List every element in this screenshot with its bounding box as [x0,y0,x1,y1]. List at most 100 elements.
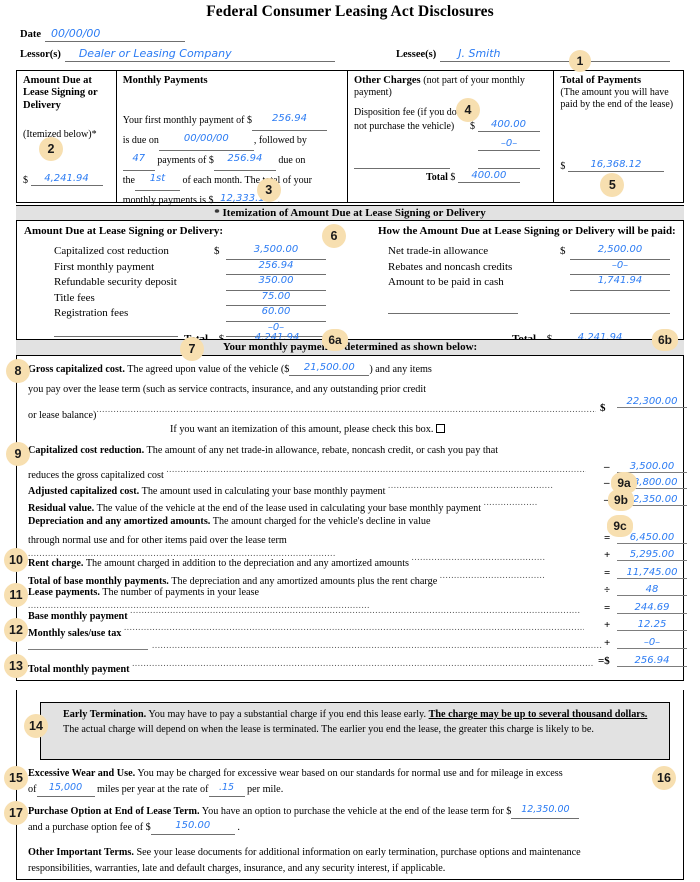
gross-cap-cost-amount: 22,300.00 [626,396,678,407]
amount-due-note: (Itemized below)* [23,129,97,141]
callout-13: 13 [4,654,28,678]
other-charges-total-input[interactable]: 400.00 [457,168,520,183]
ritem-value-2: 1,741.94 [597,275,643,286]
total-base-monthly-amount-input[interactable]: 11,745.00 [617,565,687,579]
mileage-input[interactable]: 15,000 [36,782,95,797]
vehicle-value-input[interactable]: 21,500.00 [289,361,370,376]
ritem-blank-value-input[interactable] [570,299,670,314]
rate-per-mile-input[interactable]: .15 [208,782,245,797]
ritem-row-3 [388,299,678,314]
cap-cost-reduction-amount-input[interactable]: 3,500.00 [617,459,687,473]
amount-due-input[interactable]: 4,241.94 [30,171,103,186]
day-of-month-input[interactable]: 1st [134,173,180,192]
total-payments-input[interactable]: 16,368.12 [567,157,664,172]
ritem-label-2: Amount to be paid in cash [388,276,504,288]
purchase-fee-value: 150.00 [175,820,211,831]
callout-12: 12 [4,618,28,642]
item-label-3: Title fees [54,291,95,304]
lessor-field-row: Lessor(s) Dealer or Leasing Company [20,44,335,62]
gross-cap-cost-label: Gross capitalized cost. [28,364,125,375]
item-blank-label-input-5[interactable] [54,322,178,337]
itemization-right-rows: Net trade-in allowance $2,500.00 Rebates … [388,244,678,314]
residual-value-line: Residual value. The value of the vehicle… [28,497,538,514]
date-input[interactable]: 00/00/00 [45,27,185,42]
item-dollar-0: $ [214,245,220,257]
cap-cost-reduction-label: Capitalized cost reduction. [28,445,145,456]
itemization-checkbox-text: If you want an itemization of this amoun… [170,424,434,435]
lessor-value: Dealer or Leasing Company [78,47,232,60]
gross-cap-cost-amount-input[interactable]: 22,300.00 [617,394,687,408]
op-blank-row: + [604,637,611,649]
early-termination-text-a: You may have to pay a substantial charge… [148,709,427,720]
mp-text-4: payments of $ [157,155,214,167]
total-monthly-payment-amount-input[interactable]: 256.94 [617,653,687,667]
gross-cap-cost-text-c: or lease balance) [28,410,97,421]
excessive-wear-text2a: of [28,784,37,795]
blank-calc-label-input[interactable] [28,638,148,650]
amount-due-heading: Amount Due at Lease Signing or Delivery [23,75,98,111]
blank-calc-dots: ........................................… [152,640,602,650]
ritem-blank-label-input[interactable] [388,299,518,314]
item-value-4: 60.00 [261,306,291,317]
lease-payments-amount: 48 [645,584,659,595]
monthly-payments-body: Your first monthly payment of $ 256.94 is… [122,111,341,212]
callout-15: 15 [4,766,28,790]
gross-cap-cost-line2: you pay over the lease term (such as ser… [28,384,427,395]
gross-cap-cost-line1: Gross capitalized cost. The agreed upon … [28,361,628,376]
total-payments-dollar: $ [560,161,566,172]
date-field-row: Date 00/00/00 [20,24,185,42]
ritem-label-0: Net trade-in allowance [388,245,489,257]
base-monthly-payment-amount-input[interactable]: 244.69 [617,600,687,614]
total-payments-value-row: $ 16,368.12 [560,157,664,172]
monthly-payments-heading: Monthly Payments [122,75,208,86]
op-total-monthly-payment: =$ [598,655,610,667]
op-lease-payments: ÷ [604,584,611,596]
lessee-value: J. Smith [458,47,501,60]
item-value-2: 350.00 [258,275,294,286]
other-charge-blank-label-input[interactable] [354,154,451,169]
other-charge-second-value: –0– [500,138,518,149]
lessee-input[interactable]: J. Smith [440,47,671,62]
day-of-month-value: 1st [149,173,166,185]
callout-9c: 9c [607,515,633,537]
other-terms-line2: responsibilities, warranties, late and d… [28,863,446,874]
base-monthly-payment-amount: 244.69 [634,602,670,613]
rent-charge-line: Rent charge. The amount charged in addit… [28,552,546,569]
itemization-checkbox[interactable] [435,424,445,433]
purchase-price-value: 12,350.00 [521,804,570,815]
payment-amount-input[interactable]: 256.94 [213,153,276,172]
itemization-left-rows: Capitalized cost reduction $3,500.00 Firs… [54,244,344,337]
purchase-price-input[interactable]: 12,350.00 [511,804,580,819]
item-value-0: 3,500.00 [253,244,299,255]
callout-6a: 6a [322,329,348,351]
total-payments-value: 16,368.12 [590,159,642,170]
box-monthly-payments: Monthly Payments Your first monthly paym… [117,71,349,212]
lease-payments-text: The number of payments in your lease [102,587,259,598]
first-payment-value: 256.94 [271,113,307,125]
monthly-sales-tax-amount-input[interactable]: 12.25 [617,617,687,631]
lessor-input[interactable]: Dealer or Leasing Company [64,47,335,62]
monthly-sales-tax-amount: 12.25 [637,619,667,630]
rent-charge-amount-input[interactable]: 5,295.00 [617,547,687,561]
other-charge-blank-value-input[interactable] [478,154,541,169]
lease-payments-amount-input[interactable]: 48 [617,582,687,596]
other-charges-total-label: Total [426,172,448,183]
callout-10: 10 [4,548,28,572]
ritem-row-2: Amount to be paid in cash 1,741.94 [388,275,678,291]
callout-6: 6 [322,224,346,248]
blank-calc-amount-input[interactable]: –0– [617,635,687,649]
amount-due-value: 4,241.94 [44,173,89,184]
purchase-fee-input[interactable]: 150.00 [150,820,235,835]
first-payment-input[interactable]: 256.94 [251,113,327,132]
disposition-dollar: $ [470,121,476,132]
num-payments-value: 47 [132,153,146,165]
early-termination-box: Early Termination. You may have to pay a… [40,702,670,760]
disposition-fee-input[interactable]: 400.00 [477,117,540,132]
due-date-value: 00/00/00 [183,133,229,145]
other-charge-second-input[interactable]: –0– [478,136,541,151]
date-label: Date [20,29,41,40]
mp-text-7: of each month. The total of your [182,175,312,187]
callout-16: 16 [652,766,676,790]
ritem-input-2[interactable]: 1,741.94 [570,275,670,291]
blank-calc-amount: –0– [643,637,661,648]
